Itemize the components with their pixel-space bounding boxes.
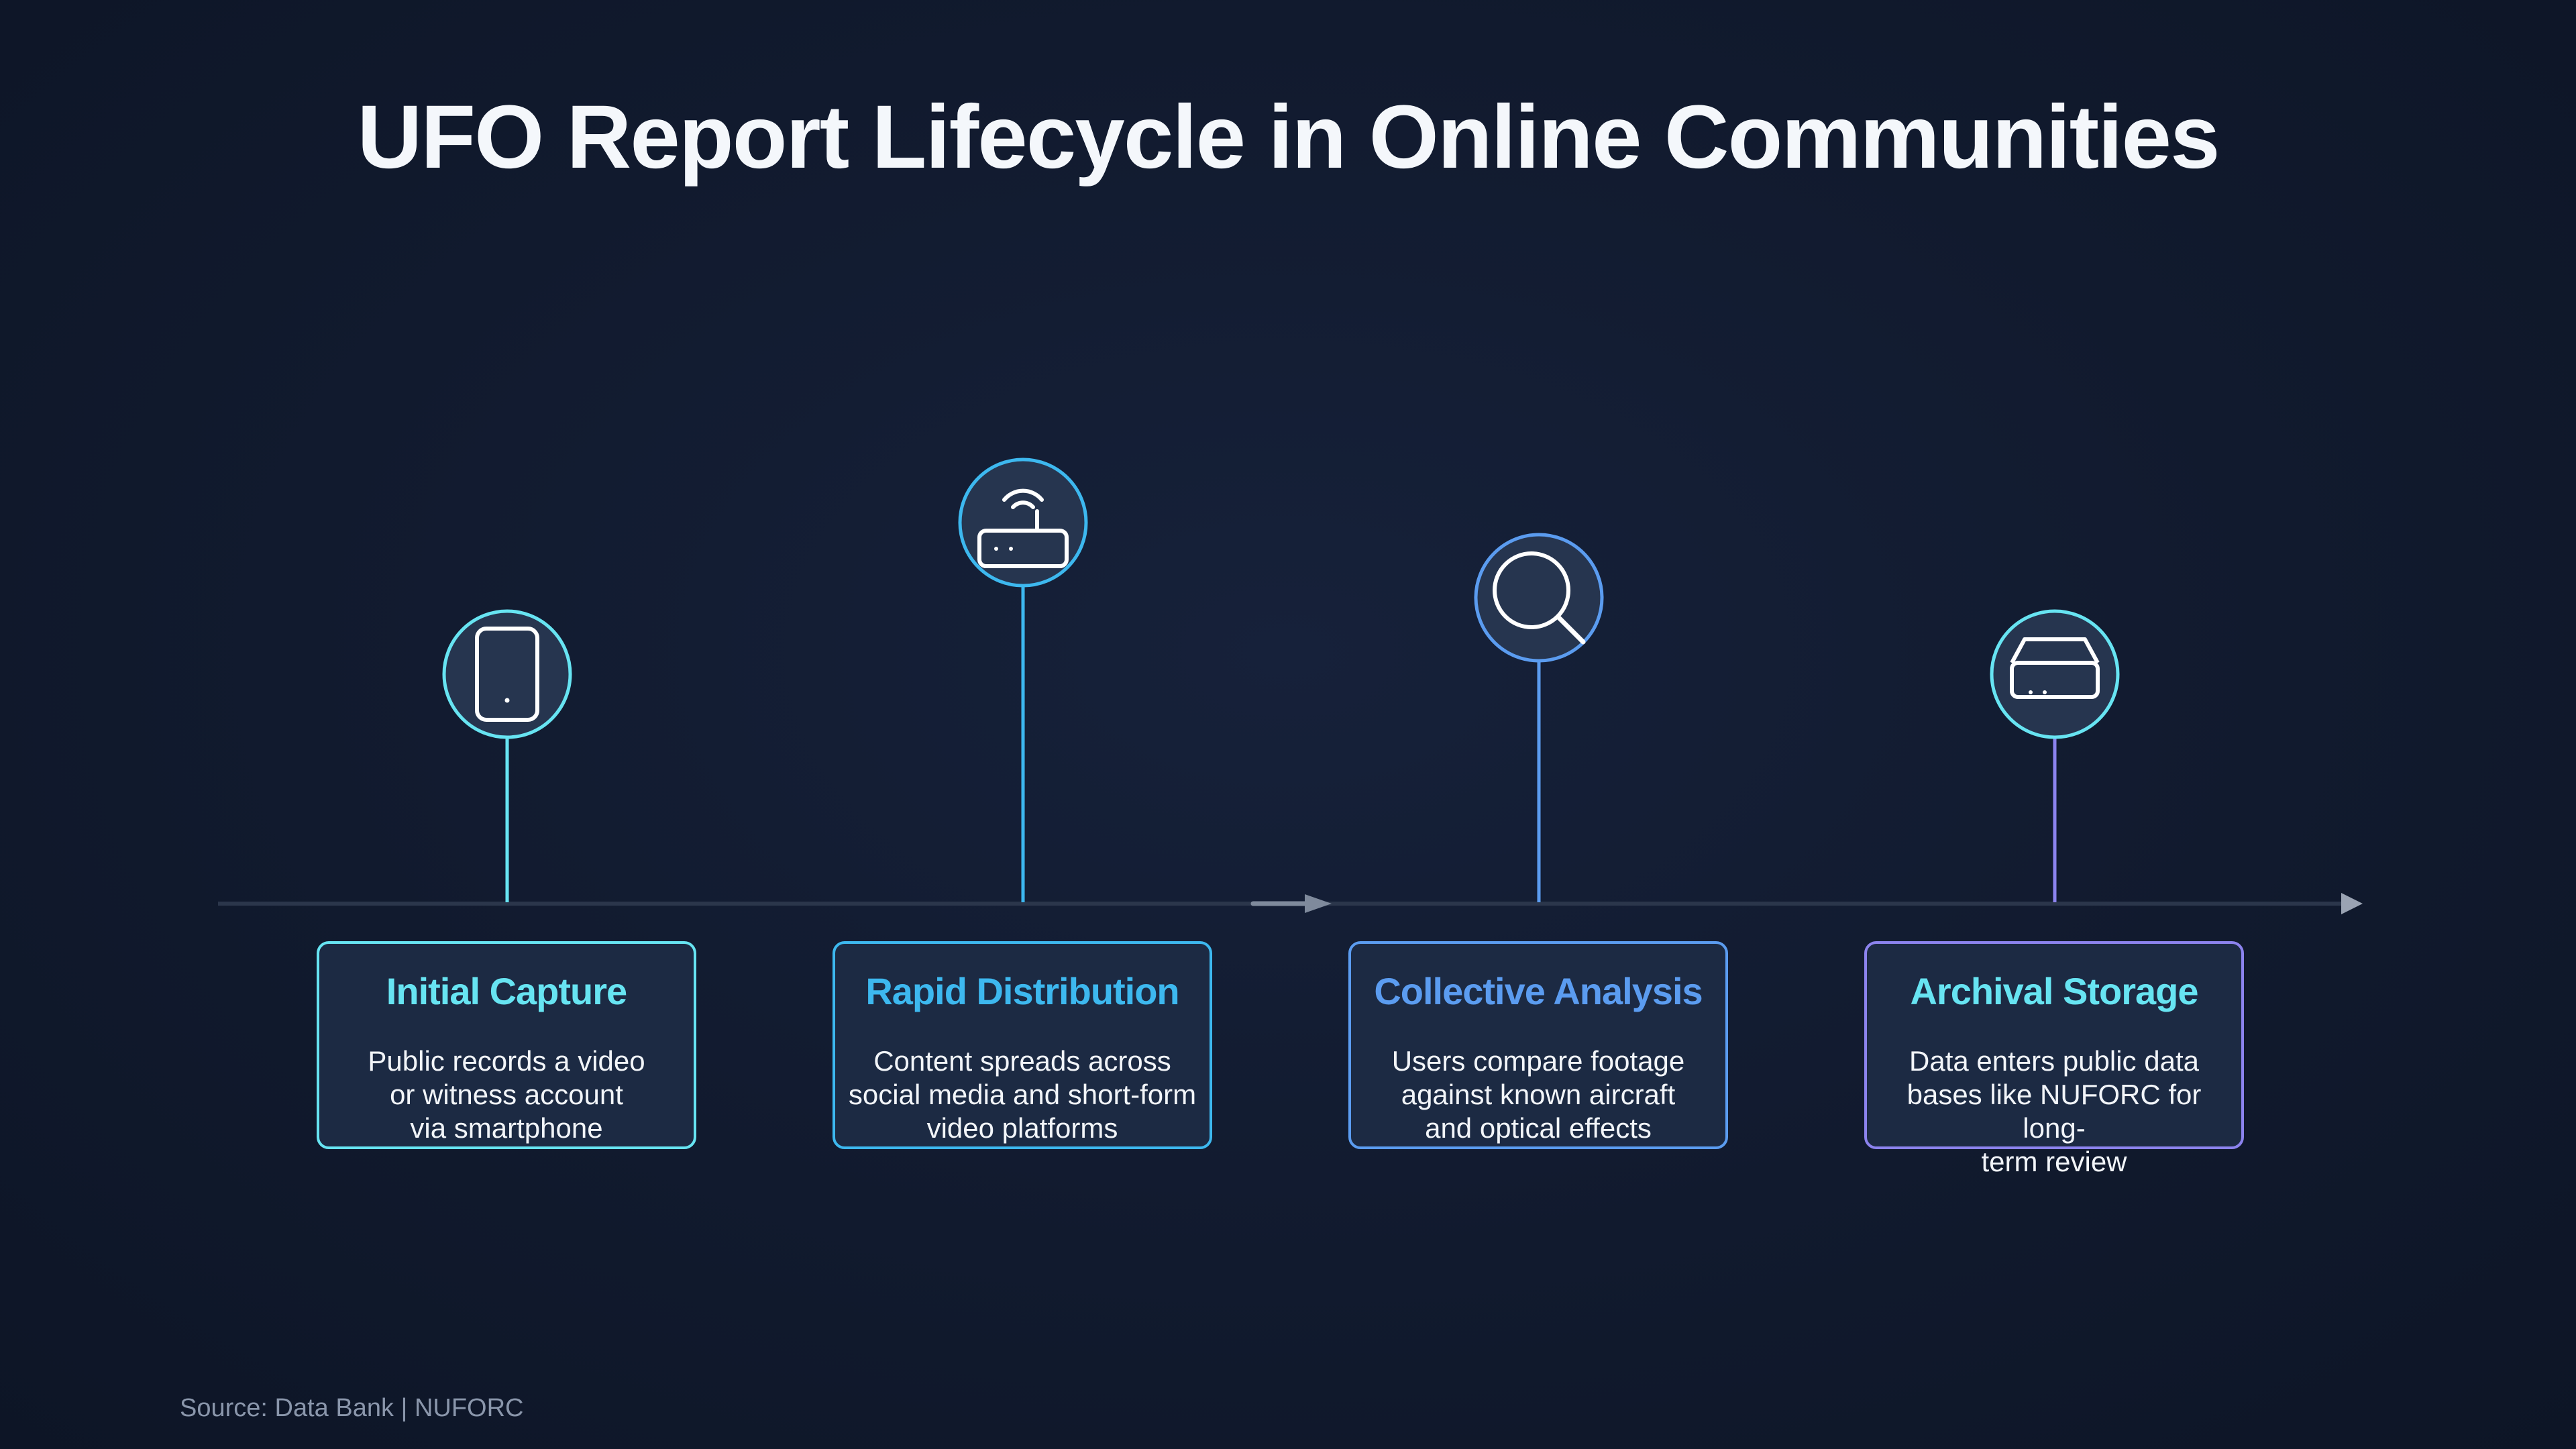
stage-card-collective-analysis: Collective Analysis Users compare footag… (1348, 941, 1728, 1149)
stage-title: Rapid Distribution (865, 970, 1179, 1012)
stage-card-initial-capture: Initial Capture Public records a video o… (317, 941, 696, 1149)
stage-desc-line: Content spreads across (873, 1045, 1171, 1077)
stage-desc-line: via smartphone (410, 1112, 603, 1144)
stage-desc-line: against known aircraft (1401, 1079, 1676, 1110)
stage-3-marker (1474, 533, 1604, 902)
stage-desc-line: social media and short-form (848, 1079, 1197, 1110)
stage-card-rapid-distribution: Rapid Distribution Content spreads acros… (833, 941, 1212, 1149)
stage-description: Data enters public data bases like NUFOR… (1874, 1044, 2235, 1179)
stage-2-marker (958, 458, 1088, 902)
stage-desc-line: and optical effects (1425, 1112, 1652, 1144)
stage-title: Collective Analysis (1374, 970, 1703, 1012)
stage-desc-line: video platforms (926, 1112, 1118, 1144)
stage-title: Archival Storage (1910, 970, 2198, 1012)
stage-description: Public records a video or witness accoun… (326, 1044, 687, 1145)
stage-desc-line: or witness account (390, 1079, 623, 1110)
stage-desc-line: bases like NUFORC for long- (1907, 1079, 2202, 1144)
timeline-mid-arrow-head (1305, 894, 1332, 913)
timeline (218, 458, 2363, 914)
stage-title: Initial Capture (386, 970, 627, 1012)
source-note: Source: Data Bank | NUFORC (180, 1394, 524, 1422)
stage-description: Users compare footage against known airc… (1358, 1044, 1719, 1145)
stage-4-marker (1990, 609, 2120, 902)
stage-desc-line: Data enters public data (1909, 1045, 2199, 1077)
stage-desc-line: Public records a video (368, 1045, 645, 1077)
stage-description: Content spreads across social media and … (842, 1044, 1203, 1145)
stage-desc-line: term review (1981, 1146, 2127, 1177)
stage-desc-line: Users compare footage (1391, 1045, 1685, 1077)
stage-card-archival-storage: Archival Storage Data enters public data… (1864, 941, 2244, 1177)
stage-1-marker (442, 609, 572, 902)
timeline-end-arrow (2341, 893, 2363, 914)
